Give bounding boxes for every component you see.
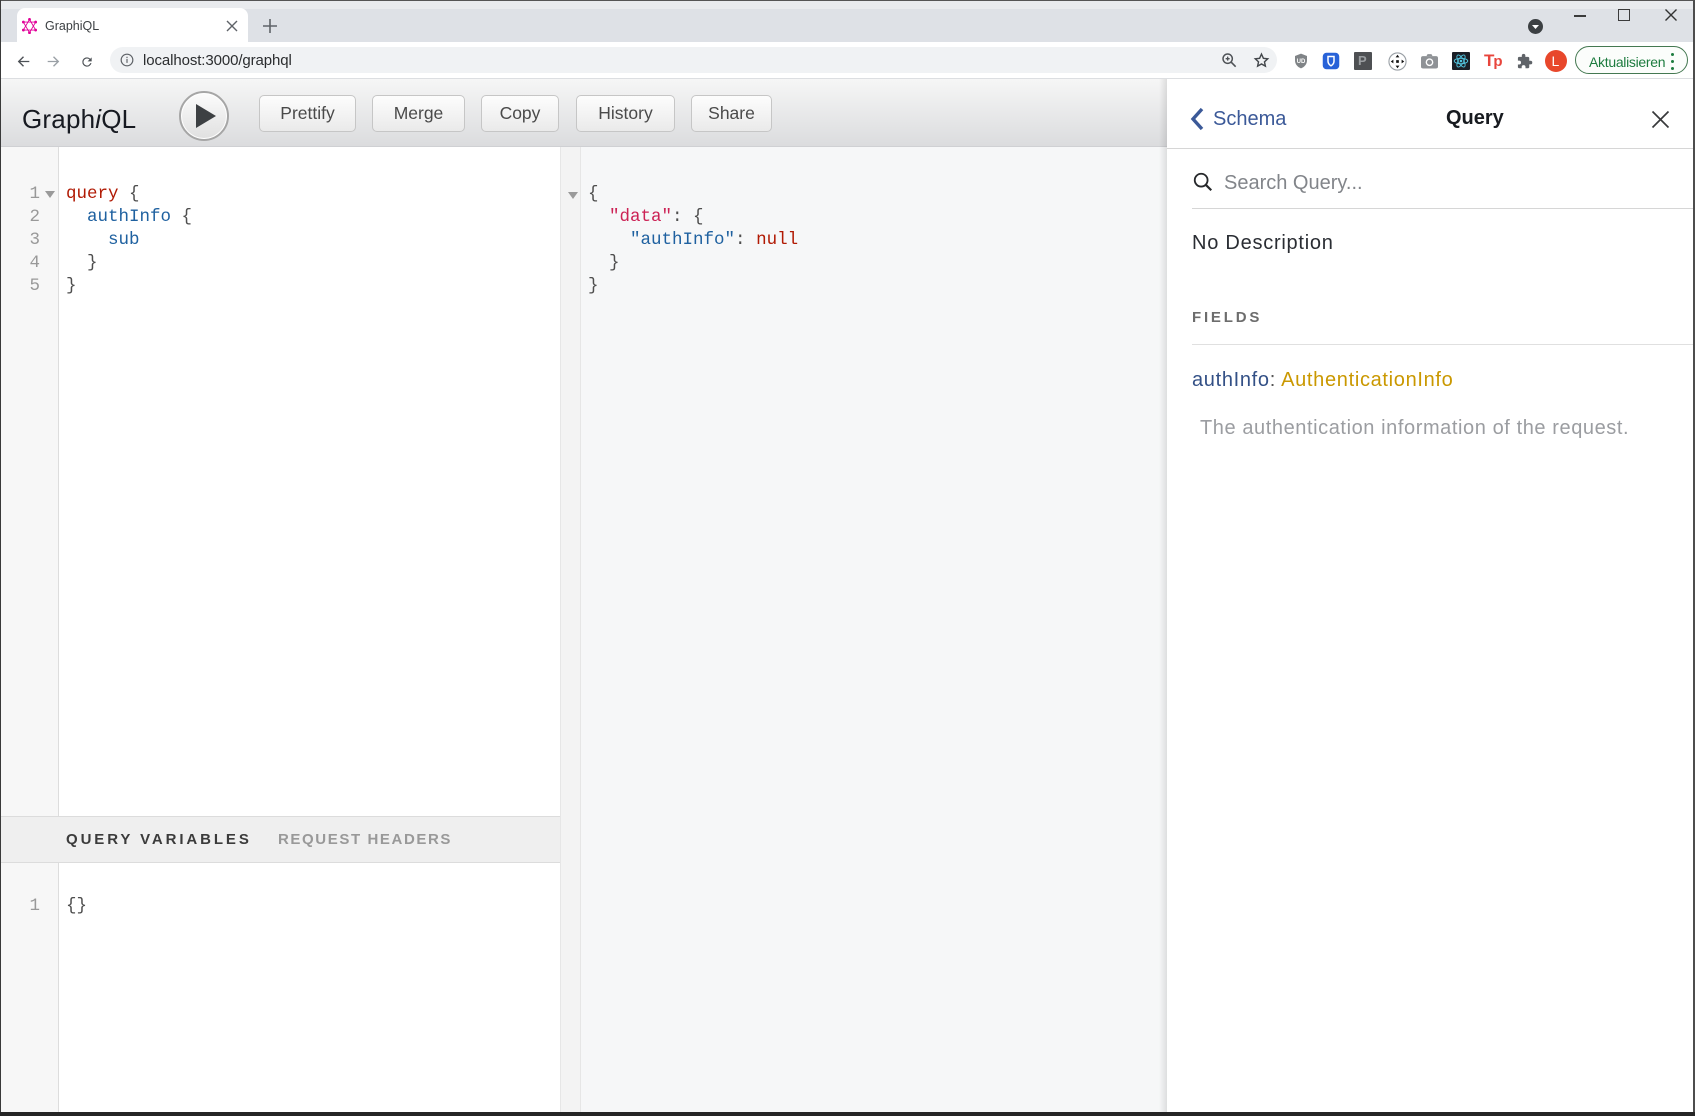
svg-text:UD: UD <box>1297 59 1306 65</box>
